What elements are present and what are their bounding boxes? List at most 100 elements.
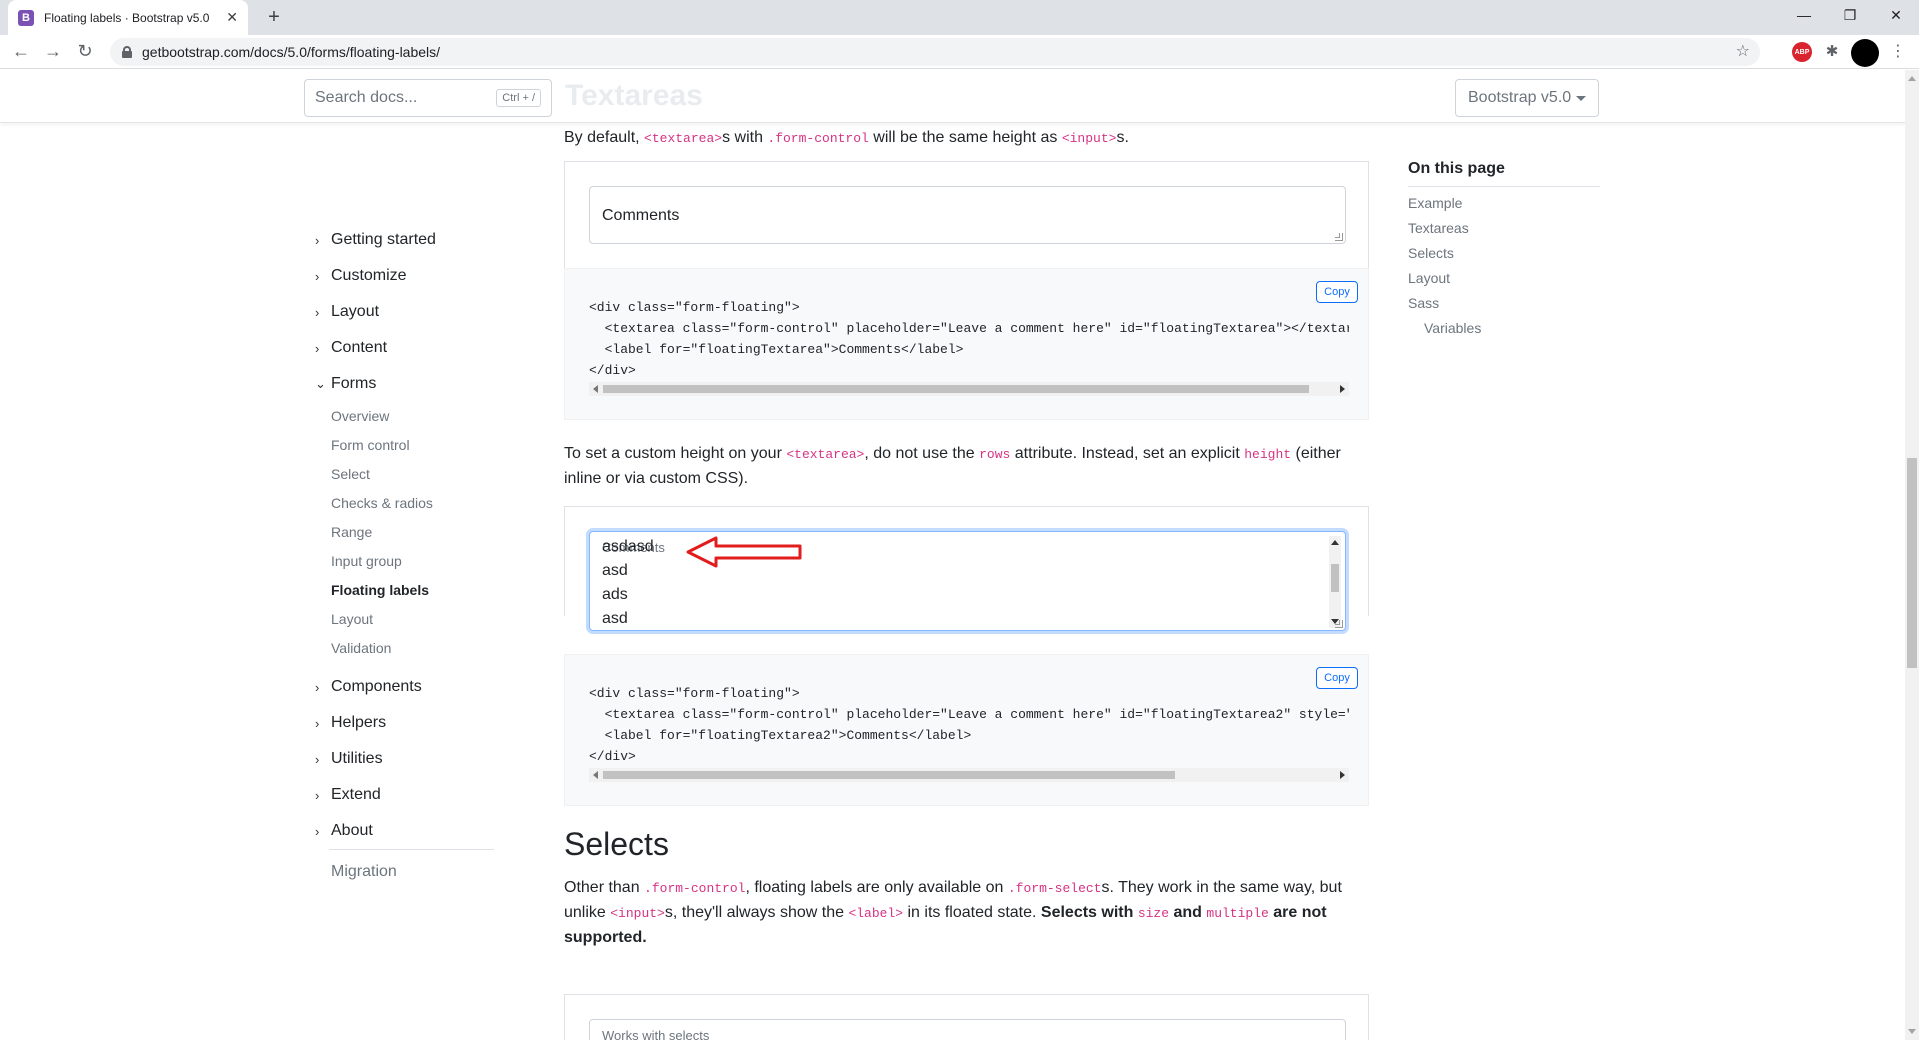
page-viewport: Search docs... Ctrl + / Textareas Bootst…	[0, 70, 1905, 1040]
resize-handle-icon[interactable]	[1335, 233, 1343, 241]
works-with-selects-select[interactable]: Works with selects	[589, 1019, 1346, 1040]
scroll-right-icon[interactable]	[1340, 771, 1345, 779]
caret-down-icon	[1576, 95, 1586, 101]
page-scrollbar[interactable]	[1905, 70, 1919, 1040]
sidebar-subitem-floating-labels[interactable]: Floating labels	[331, 582, 429, 598]
sidebar-item-label: Customize	[331, 267, 407, 284]
code-horizontal-scrollbar[interactable]	[589, 768, 1349, 782]
toc-item-layout[interactable]: Layout	[1408, 270, 1600, 287]
scroll-up-icon[interactable]	[1331, 540, 1339, 545]
code-line: <textarea class="form-control" placehold…	[604, 707, 1349, 722]
scroll-thumb[interactable]	[1907, 458, 1917, 668]
inline-code: <textarea>	[644, 131, 723, 146]
sidebar-item-getting-started[interactable]: › Getting started	[315, 230, 436, 250]
version-label: Bootstrap v5.0	[1468, 89, 1572, 106]
code-block-2: Copy <div class="form-floating"> <textar…	[564, 654, 1369, 806]
selects-heading: Selects	[564, 826, 669, 862]
minimize-icon[interactable]: —	[1781, 0, 1827, 30]
sidebar-item-label: Extend	[331, 786, 381, 803]
sidebar-item-migration[interactable]: Migration	[331, 863, 397, 881]
selects-description: Other than .form-control, floating label…	[564, 876, 1369, 950]
inline-code: .form-select	[1007, 881, 1102, 896]
restore-icon[interactable]: ❐	[1827, 0, 1873, 30]
url-text: getbootstrap.com/docs/5.0/forms/floating…	[142, 44, 441, 60]
textarea-line: asd	[602, 562, 628, 579]
browser-tab[interactable]: B Floating labels · Bootstrap v5.0 ✕	[8, 0, 248, 35]
sidebar-subitem-checks-radios[interactable]: Checks & radios	[331, 495, 433, 511]
menu-kebab-icon[interactable]: ⋮	[1890, 42, 1906, 62]
inline-code: <input>	[1061, 131, 1117, 146]
sidebar-subitem-form-control[interactable]: Form control	[331, 437, 410, 453]
close-window-icon[interactable]: ✕	[1873, 0, 1919, 30]
select-floating-label: Works with selects	[602, 1028, 710, 1040]
extensions-icon[interactable]: ✱	[1822, 42, 1842, 62]
sidebar-item-utilities[interactable]: › Utilities	[315, 749, 383, 769]
code-line: <textarea class="form-control" placehold…	[589, 321, 1349, 336]
chevron-right-icon: ›	[315, 232, 320, 248]
sidebar-item-content[interactable]: › Content	[315, 338, 387, 358]
sidebar-item-components[interactable]: › Components	[315, 677, 422, 697]
code-horizontal-scrollbar[interactable]	[589, 382, 1349, 396]
sidebar-item-label: Content	[331, 339, 388, 356]
profile-avatar[interactable]	[1851, 39, 1879, 67]
code-line: <label for="floatingTextarea2">Comments<…	[589, 728, 972, 743]
sidebar-item-extend[interactable]: › Extend	[315, 785, 381, 805]
back-icon[interactable]: ←	[10, 41, 32, 63]
code-line: <div class="form-floating">	[589, 300, 800, 315]
reload-icon[interactable]: ↻	[74, 41, 96, 63]
sidebar-item-label: Layout	[331, 303, 380, 320]
bookmark-star-icon[interactable]: ☆	[1736, 41, 1750, 61]
scroll-thumb[interactable]	[1331, 564, 1339, 592]
new-tab-icon[interactable]: +	[262, 6, 286, 30]
scroll-up-icon[interactable]	[1908, 76, 1916, 81]
scroll-thumb[interactable]	[603, 385, 1309, 393]
sidebar-item-about[interactable]: › About	[315, 821, 373, 841]
sidebar-item-helpers[interactable]: › Helpers	[315, 713, 386, 733]
toc-item-selects[interactable]: Selects	[1408, 245, 1600, 262]
sidebar-subitem-overview[interactable]: Overview	[331, 408, 389, 424]
chevron-right-icon: ›	[315, 715, 320, 731]
sidebar-subitem-validation[interactable]: Validation	[331, 640, 391, 656]
sidebar-item-customize[interactable]: › Customize	[315, 266, 407, 286]
textarea-line: ads	[602, 586, 628, 603]
search-input[interactable]: Search docs... Ctrl + /	[304, 79, 552, 117]
on-this-page-toc: On this page Example Textareas Selects L…	[1408, 160, 1600, 337]
sidebar-item-label: Helpers	[331, 714, 387, 731]
sidebar-subitem-select[interactable]: Select	[331, 466, 370, 482]
toc-item-example[interactable]: Example	[1408, 195, 1600, 212]
scroll-left-icon[interactable]	[593, 385, 598, 393]
toc-item-sass[interactable]: Sass	[1408, 295, 1600, 312]
textarea-height-note: To set a custom height on your <textarea…	[564, 442, 1369, 491]
sidebar-item-label: Getting started	[331, 231, 436, 248]
text-run: , floating labels are only available on	[745, 879, 1008, 896]
toc-item-variables[interactable]: Variables	[1408, 320, 1600, 337]
scroll-thumb[interactable]	[603, 771, 1175, 779]
comments-textarea[interactable]: Comments	[589, 186, 1346, 244]
chevron-right-icon: ›	[315, 304, 320, 320]
adblock-icon[interactable]: ABP	[1792, 42, 1812, 62]
sidebar-item-forms[interactable]: ⌄ Forms	[315, 374, 376, 394]
chevron-right-icon: ›	[315, 751, 320, 767]
version-dropdown[interactable]: Bootstrap v5.0	[1455, 79, 1599, 117]
chevron-right-icon: ›	[315, 823, 320, 839]
url-field[interactable]: getbootstrap.com/docs/5.0/forms/floating…	[110, 38, 1760, 66]
sidebar-subitem-input-group[interactable]: Input group	[331, 553, 402, 569]
resize-handle-icon[interactable]	[1335, 620, 1343, 628]
text-run: s. They work in the same way, but	[1101, 879, 1342, 896]
scroll-right-icon[interactable]	[1340, 385, 1345, 393]
toc-item-textareas[interactable]: Textareas	[1408, 220, 1600, 237]
close-tab-icon[interactable]: ✕	[226, 9, 238, 26]
sidebar-subitem-range[interactable]: Range	[331, 524, 372, 540]
sidebar-subitem-layout[interactable]: Layout	[331, 611, 373, 627]
bold-run: and	[1169, 904, 1207, 921]
scroll-down-icon[interactable]	[1908, 1029, 1916, 1034]
sidebar-item-layout[interactable]: › Layout	[315, 302, 379, 322]
example-box-select: Works with selects	[564, 994, 1369, 1040]
scroll-left-icon[interactable]	[593, 771, 598, 779]
textarea-scrollbar[interactable]	[1329, 536, 1341, 628]
bootstrap-favicon-icon: B	[18, 9, 34, 26]
forward-icon[interactable]: →	[42, 41, 64, 63]
lock-icon	[122, 46, 132, 58]
browser-tab-bar: B Floating labels · Bootstrap v5.0 ✕ + —…	[0, 0, 1919, 35]
code-line: <label for="floatingTextarea">Comments</…	[589, 342, 964, 357]
